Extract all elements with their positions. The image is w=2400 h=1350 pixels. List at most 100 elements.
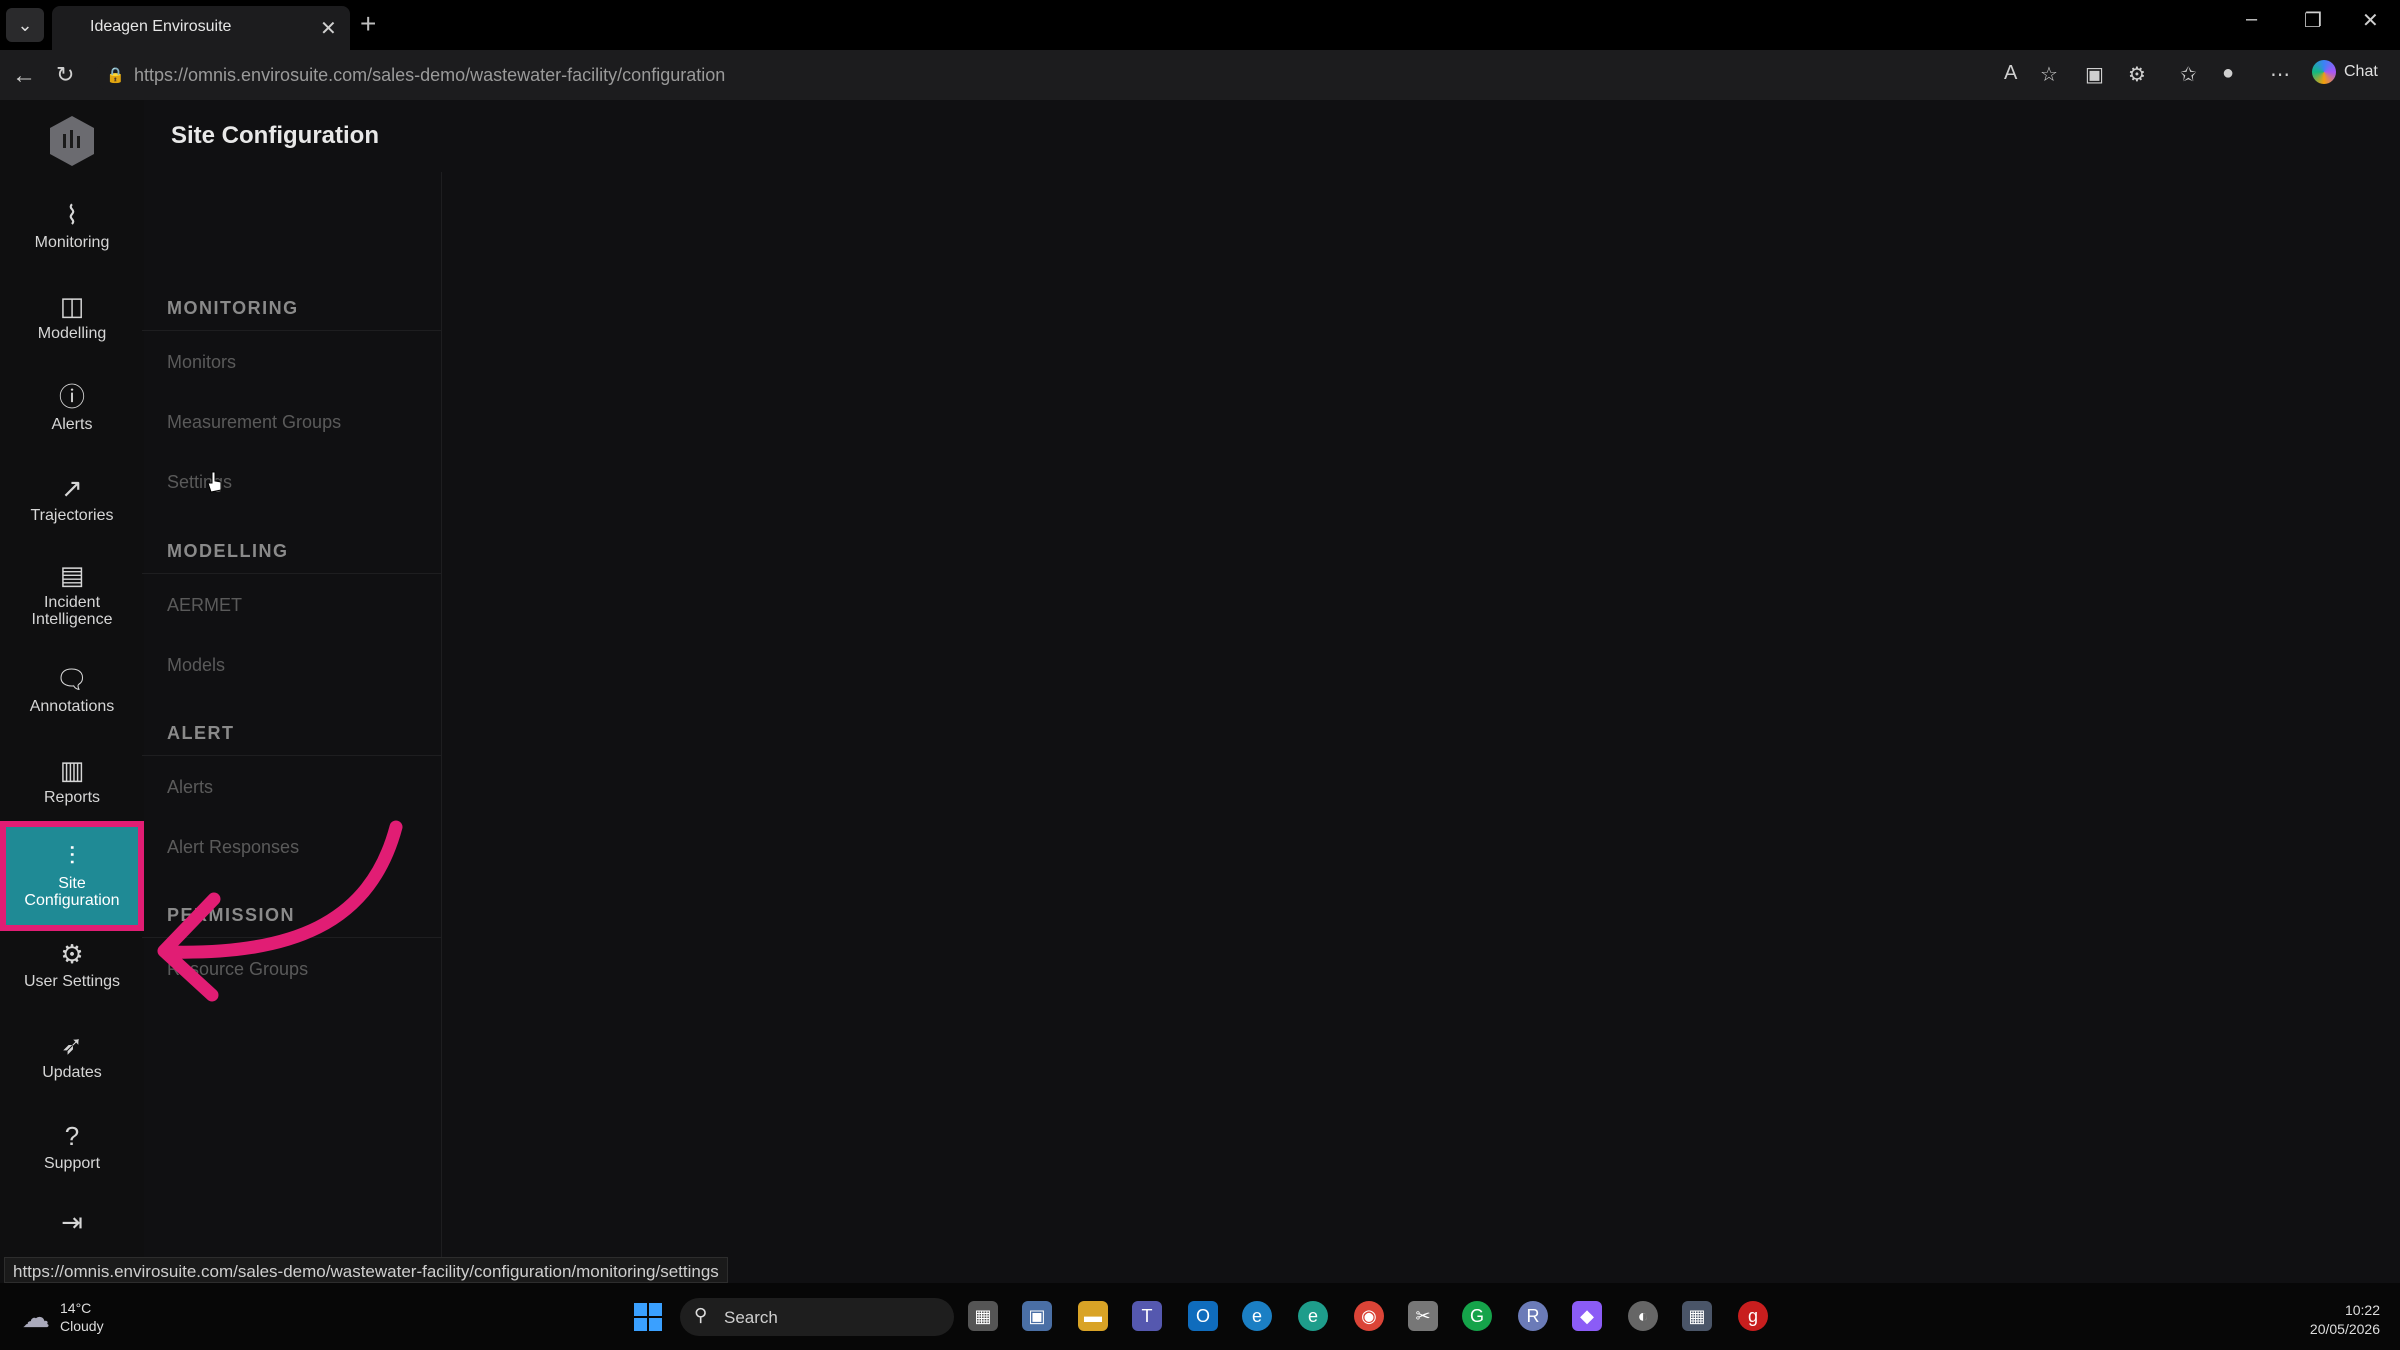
system-clock[interactable]: 10:22 20/05/2026	[2290, 1301, 2380, 1339]
more-menu-icon[interactable]: ⋯	[2270, 62, 2290, 87]
weather-widget[interactable]: ☁ 14°C Cloudy	[22, 1299, 104, 1335]
chrome-icon[interactable]: ◉	[1354, 1301, 1384, 1331]
subnav-item-measurement-groups[interactable]: Measurement Groups	[167, 412, 341, 433]
rail-label-line2: Configuration	[24, 892, 120, 909]
copilot-icon[interactable]: ◆	[1572, 1301, 1602, 1331]
search-placeholder: Search	[724, 1308, 778, 1327]
weather-condition: Cloudy	[60, 1318, 104, 1334]
taskbar-search[interactable]: ⚲ Search	[680, 1298, 954, 1336]
rail-label: Incident	[43, 594, 101, 611]
tab-title: Ideagen Envirosuite	[90, 18, 232, 35]
file-explorer-icon[interactable]: ▬	[1078, 1301, 1108, 1331]
browser-tab-bar: ⌄ Ideagen Envirosuite ✕ + – ❐ ✕	[0, 0, 2400, 50]
browser-tab[interactable]: Ideagen Envirosuite ✕	[52, 6, 350, 50]
clock-time: 10:22	[2344, 1302, 2380, 1318]
new-tab-icon[interactable]: +	[360, 8, 376, 40]
favorite-star-icon[interactable]: ☆	[2040, 62, 2058, 87]
address-bar[interactable]: 🔒 https://omnis.envirosuite.com/sales-de…	[96, 57, 2056, 93]
alert-icon: ⓘ	[58, 381, 85, 412]
rail-item-support[interactable]: ? Support	[0, 1104, 144, 1190]
rail-item-reports[interactable]: ▥ Reports	[0, 738, 144, 824]
rail-label: Modelling	[37, 324, 107, 342]
copilot-logo-icon	[2312, 60, 2336, 84]
activity-icon: ⌇	[65, 199, 79, 230]
annotation-arrow-icon	[157, 820, 403, 1002]
windows-start-icon[interactable]	[634, 1303, 662, 1331]
rail-label: Reports	[43, 788, 101, 806]
profile-avatar-icon[interactable]: ●	[2222, 62, 2234, 85]
app-window: ⌇ Monitoring ◫ Modelling ⓘ Alerts ↗ Traj…	[0, 100, 2400, 1283]
window-close-icon[interactable]: ✕	[2362, 8, 2379, 33]
rail-item-updates[interactable]: ➶ Updates	[0, 1013, 144, 1099]
teams-icon[interactable]: T	[1132, 1301, 1162, 1331]
read-aloud-icon[interactable]: A	[2004, 62, 2017, 85]
rocket-icon: ➶	[61, 1029, 83, 1060]
restore-icon[interactable]: ❐	[2304, 8, 2322, 33]
mouse-cursor-icon	[207, 471, 222, 493]
rail-item-monitoring[interactable]: ⌇ Monitoring	[0, 183, 144, 269]
rail-item-trajectories[interactable]: ↗ Trajectories	[0, 456, 144, 542]
chat-button[interactable]: Chat	[2312, 60, 2378, 84]
rail-item-user-settings[interactable]: ⚙ User Settings	[0, 922, 144, 1008]
minimize-icon[interactable]: –	[2246, 8, 2257, 31]
snipping-tool-icon[interactable]: ✂	[1408, 1301, 1438, 1331]
divider	[142, 755, 442, 756]
rail-label: Annotations	[29, 697, 115, 715]
divider	[142, 573, 442, 574]
extension-icon[interactable]: ▣	[2085, 62, 2104, 87]
reload-icon[interactable]: ↻	[56, 62, 74, 88]
rail-label: Trajectories	[30, 506, 114, 524]
rail-item-incident-intelligence[interactable]: ▤ Incident Intelligence	[0, 547, 144, 643]
outlook-icon[interactable]: O	[1188, 1301, 1218, 1331]
annotation-icon: 🗨	[55, 663, 89, 694]
trajectory-icon: ↗	[61, 472, 83, 503]
logout-icon: ⇥	[61, 1207, 83, 1237]
rail-label-line2: Intelligence	[31, 611, 113, 628]
rail-label: Site	[58, 875, 86, 892]
divider	[142, 330, 442, 331]
close-tab-icon[interactable]: ✕	[320, 16, 337, 41]
grammarly-icon[interactable]: G	[1462, 1301, 1492, 1331]
task-view-icon[interactable]: ▦	[968, 1301, 998, 1331]
rail-item-annotations[interactable]: 🗨 Annotations	[0, 647, 144, 733]
back-arrow-icon[interactable]: ←	[12, 62, 36, 90]
url-text: https://omnis.envirosuite.com/sales-demo…	[134, 65, 726, 85]
incident-icon: ▤	[59, 560, 85, 590]
tab-list-chevron-icon[interactable]: ⌄	[6, 8, 44, 42]
rail-label: Updates	[42, 1063, 102, 1081]
reports-icon: ▥	[59, 754, 85, 785]
rail-item-logout[interactable]: ⇥	[0, 1195, 144, 1255]
r-app-icon[interactable]: R	[1518, 1301, 1548, 1331]
rail-item-modelling[interactable]: ◫ Modelling	[0, 274, 144, 360]
rail-label: User Settings	[23, 972, 121, 990]
app-globe-icon[interactable]: ◐	[1628, 1301, 1658, 1331]
section-heading-alert: ALERT	[167, 723, 235, 743]
subnav-item-models[interactable]: Models	[167, 655, 225, 676]
subnav-item-alerts[interactable]: Alerts	[167, 777, 213, 798]
app-g-icon[interactable]: g	[1738, 1301, 1768, 1331]
subnav-item-monitors[interactable]: Monitors	[167, 352, 236, 373]
link-status-bar: https://omnis.envirosuite.com/sales-demo…	[4, 1257, 728, 1283]
rail-label: Monitoring	[34, 233, 110, 251]
rail-item-site-configuration[interactable]: ⫶ Site Configuration	[0, 821, 144, 931]
store-icon[interactable]: ▣	[1022, 1301, 1052, 1331]
gear-icon: ⚙	[60, 938, 84, 969]
weather-temp: 14°C	[60, 1300, 92, 1316]
left-navigation-rail: ⌇ Monitoring ◫ Modelling ⓘ Alerts ↗ Traj…	[0, 100, 144, 1283]
rail-item-alerts[interactable]: ⓘ Alerts	[0, 365, 144, 451]
puzzle-icon[interactable]: ⚙	[2128, 62, 2146, 87]
main-content-area	[442, 172, 2400, 1283]
configuration-subnav: MONITORING Monitors Measurement Groups S…	[142, 172, 442, 1283]
favorites-icon[interactable]: ✩	[2180, 62, 2197, 87]
subnav-item-aermet[interactable]: AERMET	[167, 595, 242, 616]
search-icon: ⚲	[694, 1305, 708, 1325]
envirosuite-logo-icon[interactable]	[48, 114, 96, 168]
calculator-icon[interactable]: ▦	[1682, 1301, 1712, 1331]
sliders-icon: ⫶	[68, 841, 76, 871]
lock-icon: 🔒	[106, 67, 125, 84]
edge-icon[interactable]: e	[1242, 1301, 1272, 1331]
page-title: Site Configuration	[171, 122, 379, 149]
windows-taskbar: ☁ 14°C Cloudy ⚲ Search ▦ ▣ ▬ T O e e ◉ ✂…	[0, 1283, 2400, 1350]
edge-beta-icon[interactable]: e	[1298, 1301, 1328, 1331]
cloud-icon: ☁	[22, 1301, 50, 1333]
